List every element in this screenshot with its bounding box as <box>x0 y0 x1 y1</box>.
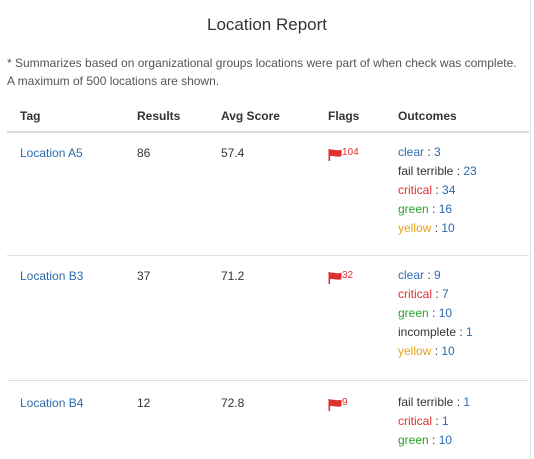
outcome-label: critical <box>398 414 433 428</box>
outcome-label: clear <box>398 268 425 282</box>
outcome-item: yellow : 10 <box>398 342 473 361</box>
column-header-avg-score[interactable]: Avg Score <box>221 109 280 123</box>
outcome-label: yellow <box>398 221 432 235</box>
report-note-line-1: * Summarizes based on organizational gro… <box>7 56 517 70</box>
outcome-item: clear : 9 <box>398 266 473 285</box>
outcomes-list: fail terrible : 1 critical : 1 green : 10 <box>398 393 470 450</box>
outcome-label: critical <box>398 183 433 197</box>
outcome-value: 23 <box>463 164 477 178</box>
table-cell-avg-score: 72.8 <box>221 396 245 410</box>
outcome-item: fail terrible : 23 <box>398 162 477 181</box>
outcome-separator: : <box>432 183 443 197</box>
row-divider <box>7 380 529 381</box>
table-cell-flags: 104 <box>328 147 359 161</box>
outcome-label: fail terrible <box>398 164 454 178</box>
table-cell-avg-score: 71.2 <box>221 269 245 283</box>
outcome-item: green : 10 <box>398 431 470 450</box>
column-header-results[interactable]: Results <box>137 109 180 123</box>
outcome-value: 10 <box>441 221 455 235</box>
outcome-value: 1 <box>442 414 449 428</box>
outcome-value: 7 <box>442 287 449 301</box>
outcome-label: fail terrible <box>398 395 454 409</box>
table-cell-tag: Location A5 <box>20 146 83 160</box>
outcome-item: incomplete : 1 <box>398 323 473 342</box>
outcome-separator: : <box>432 287 443 301</box>
outcome-value: 9 <box>434 268 441 282</box>
location-link[interactable]: Location A5 <box>20 146 83 160</box>
outcome-value: 10 <box>441 344 455 358</box>
outcome-separator: : <box>428 433 439 447</box>
outcome-item: critical : 1 <box>398 412 470 431</box>
outcome-separator: : <box>424 268 435 282</box>
table-cell-results: 12 <box>137 396 151 410</box>
table-cell-tag: Location B3 <box>20 269 83 283</box>
outcome-separator: : <box>453 164 464 178</box>
outcome-value: 1 <box>463 395 471 409</box>
table-cell-flags: 9 <box>328 397 348 411</box>
outcome-item: yellow : 10 <box>398 219 477 238</box>
report-note-line-2: A maximum of 500 locations are shown. <box>7 74 220 88</box>
outcome-separator: : <box>424 145 435 159</box>
outcome-value: 16 <box>438 202 453 216</box>
outcome-label: clear <box>398 145 425 159</box>
outcome-item: green : 10 <box>398 304 473 323</box>
table-cell-tag: Location B4 <box>20 396 83 410</box>
report-note: * Summarizes based on organizational gro… <box>7 54 529 90</box>
outcome-label: yellow <box>398 344 432 358</box>
header-divider <box>7 131 529 133</box>
outcome-separator: : <box>456 325 467 339</box>
flag-count: 104 <box>342 147 359 158</box>
column-header-flags[interactable]: Flags <box>328 109 359 123</box>
outcome-value: 1 <box>466 325 473 339</box>
outcome-item: critical : 7 <box>398 285 473 304</box>
table-cell-avg-score: 57.4 <box>221 146 245 160</box>
flag-count: 9 <box>342 397 348 408</box>
column-header-outcomes[interactable]: Outcomes <box>398 109 457 123</box>
outcome-separator: : <box>453 395 464 409</box>
outcome-item: fail terrible : 1 <box>398 393 470 412</box>
table-cell-flags: 32 <box>328 270 354 284</box>
outcome-value: 10 <box>438 433 453 447</box>
outcome-label: critical <box>398 287 433 301</box>
flag-icon <box>328 149 342 161</box>
outcome-separator: : <box>428 202 439 216</box>
location-link[interactable]: Location B4 <box>20 396 83 410</box>
outcome-item: critical : 34 <box>398 181 477 200</box>
outcome-label: incomplete <box>398 325 457 339</box>
outcome-item: clear : 3 <box>398 143 477 162</box>
report-title: Location Report <box>206 15 328 34</box>
outcome-separator: : <box>431 221 442 235</box>
outcome-label: green <box>398 306 429 320</box>
table-cell-results: 37 <box>137 269 151 283</box>
outcome-separator: : <box>431 344 442 358</box>
outcomes-list: clear : 3 fail terrible : 23 critical : 34… <box>398 143 477 238</box>
location-link[interactable]: Location B3 <box>20 269 83 283</box>
flag-icon <box>328 272 342 284</box>
outcome-separator: : <box>432 414 443 428</box>
row-divider <box>7 255 529 256</box>
outcome-item: green : 16 <box>398 200 477 219</box>
outcome-label: green <box>398 433 429 447</box>
report-panel: Location Report * Summarizes based on or… <box>0 0 531 459</box>
outcome-value: 34 <box>442 183 456 197</box>
flag-icon <box>328 399 342 411</box>
outcomes-list: clear : 9 critical : 7 green : 10 incomplet… <box>398 266 473 361</box>
outcome-value: 3 <box>434 145 441 159</box>
outcome-separator: : <box>428 306 439 320</box>
outcome-label: green <box>398 202 429 216</box>
flag-count: 32 <box>342 270 354 281</box>
outcome-value: 10 <box>438 306 453 320</box>
column-header-tag[interactable]: Tag <box>20 109 40 123</box>
table-cell-results: 86 <box>137 146 151 160</box>
